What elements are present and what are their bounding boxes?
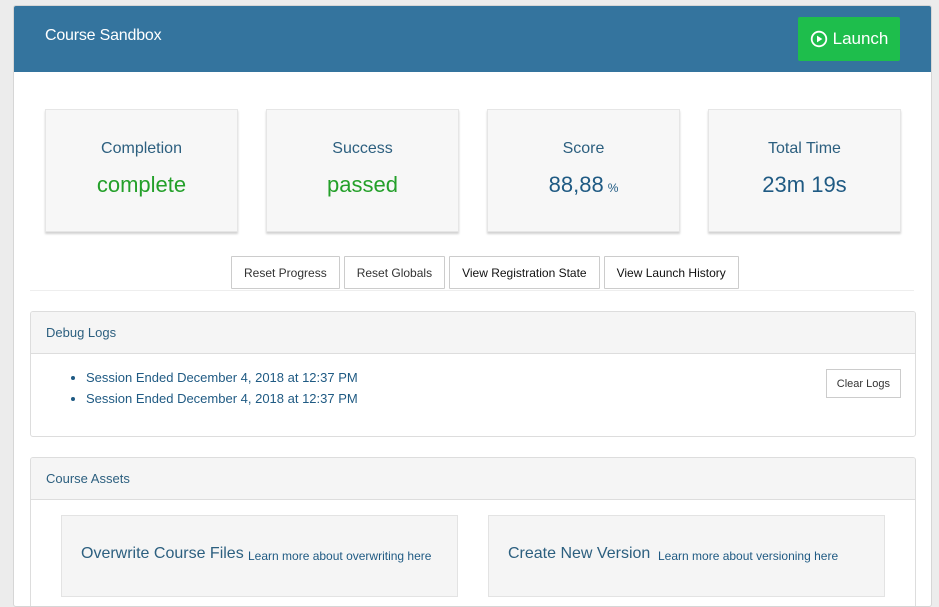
create-new-version-card: Create New Version Learn more about vers… — [488, 515, 885, 597]
completion-label: Completion — [101, 140, 182, 157]
success-card: Success passed — [266, 109, 459, 232]
course-assets-header: Course Assets — [31, 458, 915, 500]
score-card: Score 88,88% — [487, 109, 680, 232]
debug-log-list: Session Ended December 4, 2018 at 12:37 … — [69, 367, 358, 409]
total-time-card: Total Time 23m 19s — [708, 109, 901, 232]
overwriting-help-link[interactable]: Learn more about overwriting here — [248, 549, 431, 563]
page-title: Course Sandbox — [45, 27, 162, 44]
versioning-help-link[interactable]: Learn more about versioning here — [658, 549, 838, 563]
completion-card: Completion complete — [45, 109, 238, 232]
debug-logs-header: Debug Logs — [31, 312, 915, 354]
registration-actions: Reset Progress Reset Globals View Regist… — [231, 256, 739, 289]
log-entry: Session Ended December 4, 2018 at 12:37 … — [86, 388, 358, 409]
reset-progress-button[interactable]: Reset Progress — [231, 256, 340, 289]
create-new-version-title: Create New Version — [508, 545, 651, 562]
score-value-line: 88,88% — [488, 172, 679, 198]
course-assets-title: Course Assets — [46, 471, 130, 486]
reset-globals-button[interactable]: Reset Globals — [343, 256, 446, 289]
total-time-label: Total Time — [768, 140, 841, 157]
score-label: Score — [562, 140, 605, 157]
play-circle-icon — [810, 30, 828, 48]
stats-area: Completion complete Success passed Score… — [30, 86, 914, 291]
course-sandbox-panel: Course Sandbox Launch Completion complet… — [13, 5, 932, 607]
overwrite-course-files-title: Overwrite Course Files — [81, 545, 244, 562]
debug-logs-title: Debug Logs — [46, 325, 117, 340]
success-value: passed — [327, 172, 398, 197]
score-unit: % — [607, 181, 619, 195]
debug-logs-panel: Debug Logs Session Ended December 4, 201… — [30, 311, 916, 437]
overwrite-course-files-card: Overwrite Course Files Learn more about … — [61, 515, 458, 597]
log-entry: Session Ended December 4, 2018 at 12:37 … — [86, 367, 358, 388]
view-launch-history-button[interactable]: View Launch History — [603, 256, 739, 289]
course-assets-panel: Course Assets Overwrite Course Files Lea… — [30, 457, 916, 606]
panel-header: Course Sandbox Launch — [14, 6, 931, 72]
score-value: 88,88 — [548, 172, 604, 197]
launch-button[interactable]: Launch — [798, 17, 900, 61]
launch-button-label: Launch — [832, 29, 889, 48]
clear-logs-button[interactable]: Clear Logs — [825, 369, 901, 398]
view-registration-state-button[interactable]: View Registration State — [449, 256, 600, 289]
success-label: Success — [332, 140, 393, 157]
completion-value: complete — [96, 172, 187, 197]
total-time-value: 23m 19s — [762, 172, 847, 197]
